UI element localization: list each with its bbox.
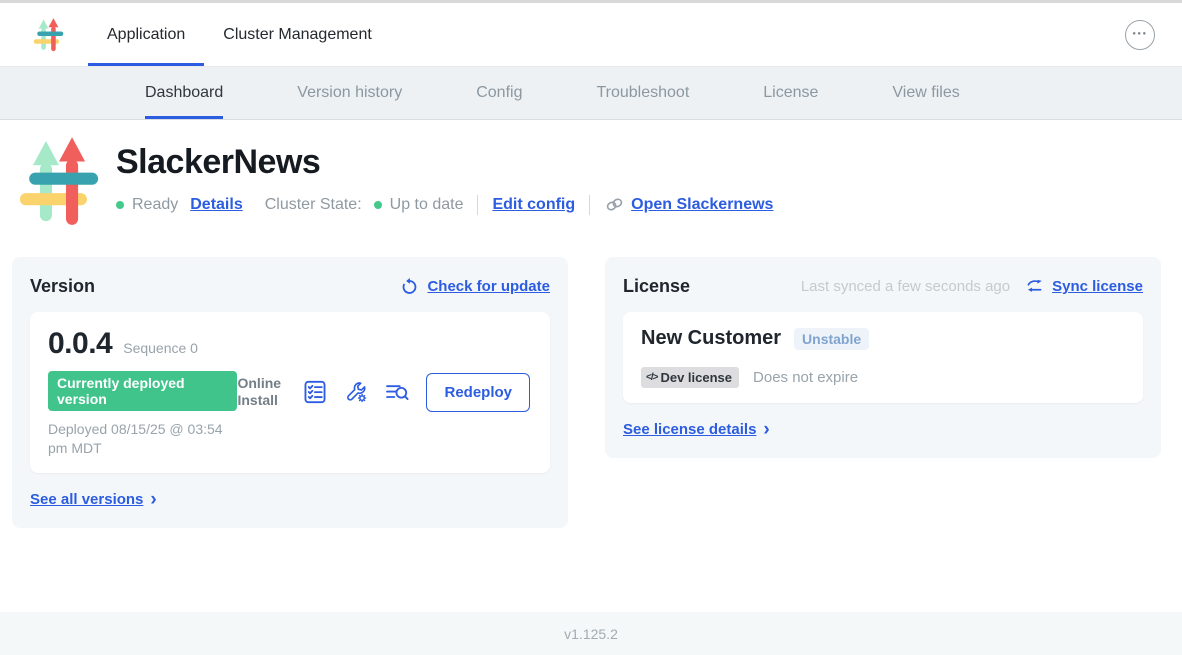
license-details-panel: New Customer Unstable </> Dev license Do… (623, 312, 1143, 403)
code-icon: </> (646, 372, 657, 383)
version-card-header: Version Check for update (30, 276, 550, 297)
tab-cluster-management[interactable]: Cluster Management (204, 3, 391, 66)
app-logo-icon (33, 18, 64, 52)
tab-cluster-management-label: Cluster Management (223, 26, 372, 44)
deployed-status-badge: Currently deployed version (48, 371, 237, 411)
subnav-config[interactable]: Config (476, 67, 522, 119)
see-all-versions-link[interactable]: See all versions (30, 491, 143, 508)
console-version: v1.125.2 (564, 626, 618, 642)
tab-application-label: Application (107, 26, 185, 44)
page-title: SlackerNews (116, 143, 773, 182)
subnav-troubleshoot[interactable]: Troubleshoot (596, 67, 689, 119)
navbar-logo[interactable] (33, 3, 64, 66)
version-card: Version Check for update 0.0.4 Sequ (12, 257, 568, 528)
refresh-icon (400, 277, 419, 296)
app-status-row: Ready Details Cluster State: Up to date … (116, 194, 773, 215)
see-all-versions[interactable]: See all versions › (30, 490, 550, 509)
primary-navbar: Application Cluster Management ●●● (0, 3, 1182, 67)
divider (477, 195, 478, 215)
sync-arrows-icon (1025, 277, 1044, 296)
edit-config-link[interactable]: Edit config (492, 196, 575, 214)
dashboard-cards: Version Check for update 0.0.4 Sequ (12, 257, 1161, 528)
check-for-update[interactable]: Check for update (400, 277, 550, 296)
subnav-view-files-label: View files (892, 84, 959, 102)
current-version-panel: 0.0.4 Sequence 0 Currently deployed vers… (30, 312, 550, 473)
view-logs-icon[interactable] (384, 379, 410, 405)
ready-status-label: Ready (132, 196, 178, 214)
subnav-license[interactable]: License (763, 67, 818, 119)
ellipsis-icon: ●●● (1132, 31, 1147, 37)
app-info: SlackerNews Ready Details Cluster State:… (116, 137, 773, 227)
license-expiry: Does not expire (753, 369, 858, 386)
check-for-update-link[interactable]: Check for update (427, 278, 550, 295)
app-header: SlackerNews Ready Details Cluster State:… (18, 137, 1182, 227)
install-type-label: Online Install (237, 375, 287, 410)
sync-license-link[interactable]: Sync license (1052, 278, 1143, 295)
cluster-state-label: Cluster State: (265, 196, 362, 214)
redeploy-button[interactable]: Redeploy (426, 373, 530, 412)
subnav-version-history-label: Version history (297, 84, 402, 102)
divider (589, 195, 590, 215)
dashboard-main: SlackerNews Ready Details Cluster State:… (0, 120, 1182, 612)
customer-name: New Customer (641, 327, 781, 350)
open-app-link[interactable]: Open Slackernews (631, 196, 773, 214)
subnav-config-label: Config (476, 84, 522, 102)
details-link[interactable]: Details (190, 196, 242, 214)
license-type-badge: </> Dev license (641, 367, 739, 388)
subnav-dashboard[interactable]: Dashboard (145, 67, 223, 119)
subnav-license-label: License (763, 84, 818, 102)
app-logo-large (18, 137, 100, 227)
subnav-troubleshoot-label: Troubleshoot (596, 84, 689, 102)
console-footer: v1.125.2 (0, 612, 1182, 655)
cluster-state-dot (374, 201, 382, 209)
more-menu-button[interactable]: ●●● (1125, 20, 1155, 50)
see-license-details[interactable]: See license details › (623, 420, 1143, 439)
deployed-timestamp: Deployed 08/15/25 @ 03:54 pm MDT (48, 420, 237, 458)
chevron-right-icon: › (763, 420, 769, 439)
preflight-checks-icon[interactable] (302, 379, 328, 405)
channel-badge: Unstable (794, 328, 869, 350)
chevron-right-icon: › (150, 490, 156, 509)
subnav-view-files[interactable]: View files (892, 67, 959, 119)
subnav-version-history[interactable]: Version history (297, 67, 402, 119)
version-actions: Online Install (237, 373, 532, 412)
link-icon (604, 194, 625, 215)
license-card-title: License (623, 276, 690, 297)
app-subnav: Dashboard Version history Config Trouble… (0, 67, 1182, 120)
license-card: License Last synced a few seconds ago Sy… (605, 257, 1161, 458)
last-synced-text: Last synced a few seconds ago (801, 278, 1010, 295)
ready-status-dot (116, 201, 124, 209)
sequence-label: Sequence 0 (123, 340, 198, 356)
see-license-details-link[interactable]: See license details (623, 421, 756, 438)
cluster-state-value: Up to date (390, 196, 464, 214)
license-card-header: License Last synced a few seconds ago Sy… (623, 276, 1143, 297)
primary-tabs: Application Cluster Management (88, 3, 391, 66)
subnav-dashboard-label: Dashboard (145, 84, 223, 102)
app-logo-icon (18, 137, 100, 227)
config-wrench-gear-icon[interactable] (343, 379, 369, 405)
tab-application[interactable]: Application (88, 3, 204, 66)
version-details: 0.0.4 Sequence 0 Currently deployed vers… (48, 327, 237, 458)
version-card-title: Version (30, 276, 95, 297)
version-number: 0.0.4 (48, 327, 112, 361)
license-type-label: Dev license (660, 370, 732, 385)
